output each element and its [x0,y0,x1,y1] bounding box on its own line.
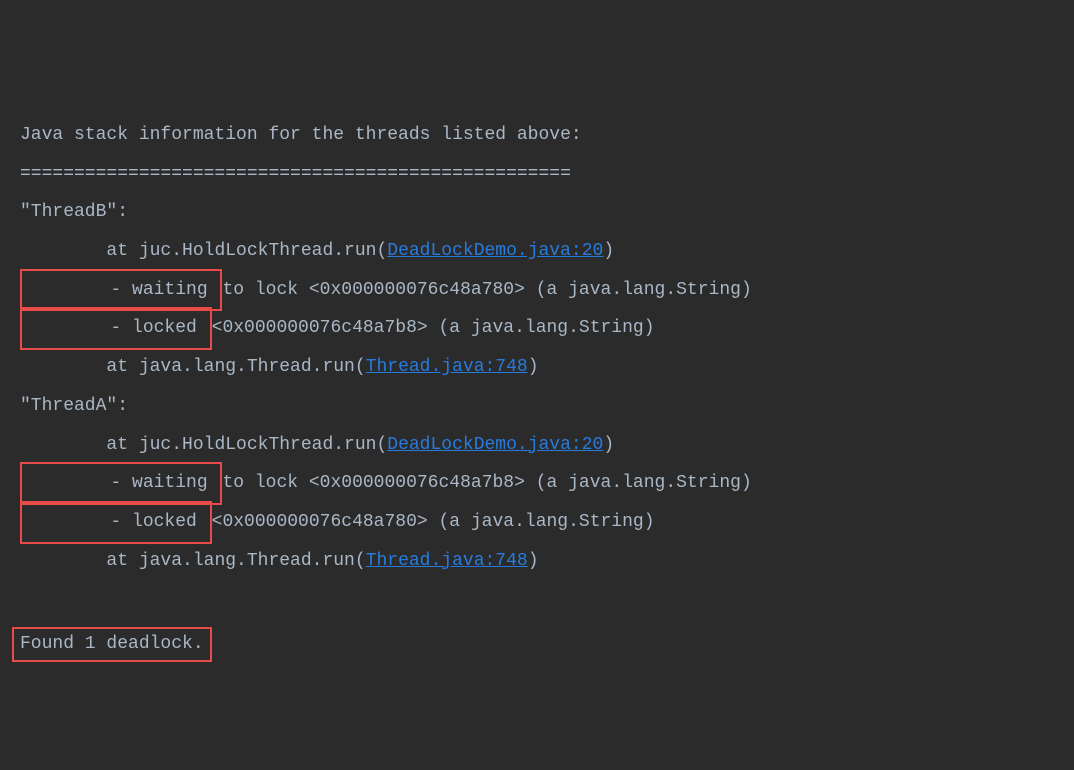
lock-text: <0x000000076c48a7b8> (a java.lang.String… [212,318,655,338]
deadlock-summary: Found 1 deadlock. [20,634,204,654]
highlight-box: - waiting [20,269,222,312]
frame-text: at juc.HoldLockThread.run( [20,241,387,261]
lock-waiting-line: - waiting to lock <0x000000076c48a780> (… [20,271,1054,310]
blank-line [20,580,1054,619]
frame-suffix: ) [603,435,614,455]
thread-name: "ThreadB": [20,193,1054,232]
highlight-box: - locked [20,307,212,350]
source-link[interactable]: DeadLockDemo.java:20 [387,241,603,261]
frame-text: at java.lang.Thread.run( [20,551,366,571]
stack-frame: at juc.HoldLockThread.run(DeadLockDemo.j… [20,232,1054,271]
deadlock-summary-box: Found 1 deadlock. [12,627,212,662]
lock-text: to lock <0x000000076c48a7b8> (a java.lan… [222,473,751,493]
highlight-box: - waiting [20,462,222,505]
source-link[interactable]: Thread.java:748 [366,551,528,571]
highlight-box: - locked [20,501,212,544]
source-link[interactable]: DeadLockDemo.java:20 [387,435,603,455]
source-link[interactable]: Thread.java:748 [366,357,528,377]
stack-frame: at java.lang.Thread.run(Thread.java:748) [20,542,1054,581]
frame-text: at juc.HoldLockThread.run( [20,435,387,455]
frame-text: at java.lang.Thread.run( [20,357,366,377]
lock-text: to lock <0x000000076c48a780> (a java.lan… [222,280,751,300]
lock-locked-line: - locked <0x000000076c48a780> (a java.la… [20,503,1054,542]
stack-frame: at java.lang.Thread.run(Thread.java:748) [20,348,1054,387]
lock-text: <0x000000076c48a780> (a java.lang.String… [212,512,655,532]
frame-suffix: ) [603,241,614,261]
frame-suffix: ) [528,551,539,571]
stack-frame: at juc.HoldLockThread.run(DeadLockDemo.j… [20,426,1054,465]
lock-waiting-line: - waiting to lock <0x000000076c48a7b8> (… [20,464,1054,503]
lock-locked-line: - locked <0x000000076c48a7b8> (a java.la… [20,309,1054,348]
thread-name: "ThreadA": [20,387,1054,426]
stack-separator: ========================================… [20,155,1054,194]
stack-header: Java stack information for the threads l… [20,116,1054,155]
frame-suffix: ) [528,357,539,377]
